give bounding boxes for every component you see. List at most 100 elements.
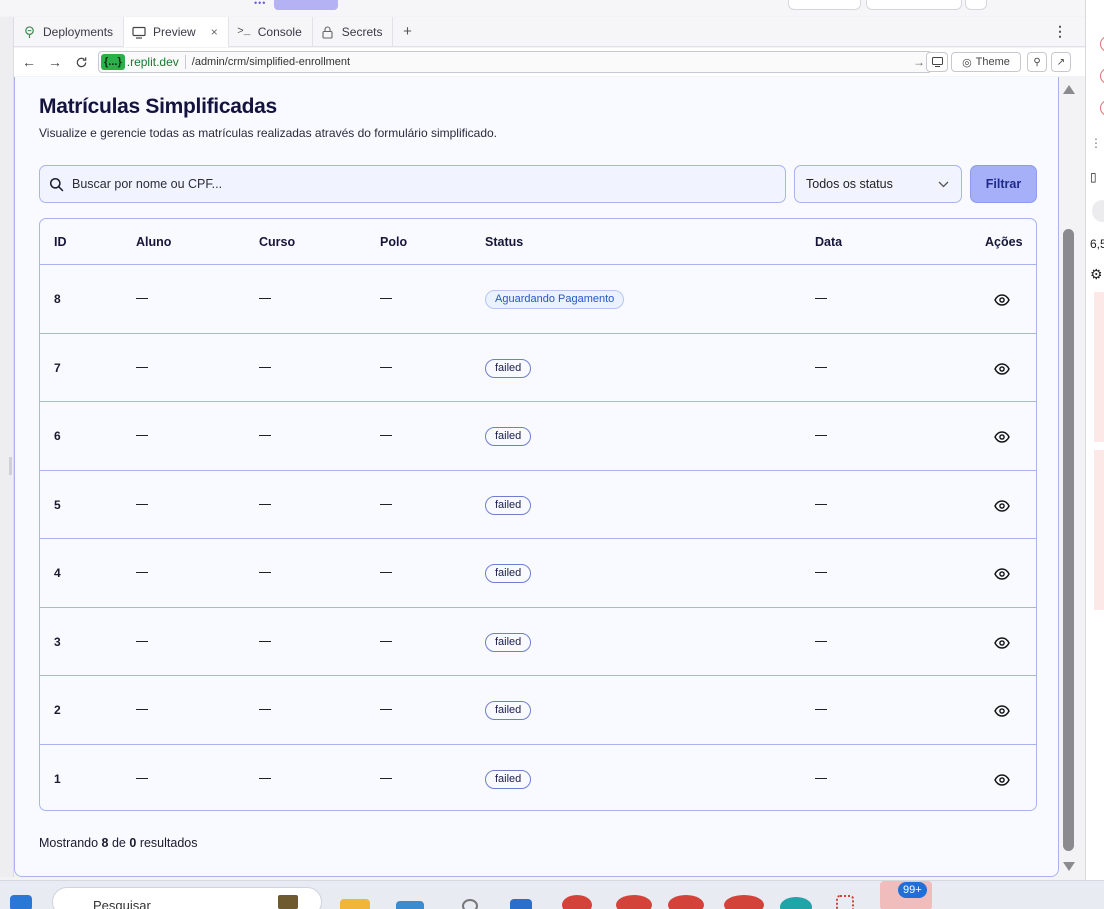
tab-secrets[interactable]: Secrets	[313, 17, 394, 47]
empty-value-dash	[259, 435, 271, 436]
status-badge: failed	[485, 358, 532, 378]
view-eye-icon[interactable]	[993, 635, 1011, 651]
tab-preview[interactable]: Preview ×	[124, 17, 229, 47]
results-total: 0	[129, 836, 137, 850]
domain-badge: {...}	[101, 54, 125, 70]
side-avatar[interactable]	[1092, 200, 1104, 222]
empty-value-dash	[259, 572, 271, 573]
right-side-panel: ⋮⋮ ▯ 6,5 ⚙	[1085, 0, 1104, 880]
scrollbar-thumb[interactable]	[1063, 229, 1074, 851]
empty-value-dash	[815, 366, 827, 368]
header-polo[interactable]: Polo	[380, 235, 407, 249]
top-chip[interactable]	[965, 0, 987, 10]
side-circle-icon[interactable]	[1100, 36, 1104, 52]
chrome-profile-icon[interactable]	[724, 895, 764, 909]
empty-value-dash	[136, 777, 148, 779]
more-menu-icon[interactable]: ⋮	[1053, 23, 1067, 40]
resize-handle[interactable]	[9, 457, 12, 475]
top-chip[interactable]	[788, 0, 861, 10]
view-eye-icon[interactable]	[993, 361, 1011, 377]
scroll-down-arrow[interactable]	[1063, 862, 1075, 871]
side-number: 6,5	[1090, 237, 1104, 251]
empty-value-dash	[380, 709, 392, 710]
device-toggle-button[interactable]	[926, 52, 948, 72]
status-badge: failed	[485, 495, 532, 515]
calendar-icon[interactable]	[510, 899, 532, 909]
search-icon	[49, 176, 65, 192]
view-eye-icon[interactable]	[993, 429, 1011, 445]
status-badge: Aguardando Pagamento	[485, 290, 625, 309]
status-badge: failed	[485, 564, 532, 583]
gear-icon[interactable]: ⚙	[1090, 266, 1103, 283]
chrome-profile-icon[interactable]	[668, 895, 704, 909]
go-arrow-icon[interactable]: →	[913, 55, 925, 69]
view-eye-icon[interactable]	[993, 772, 1011, 788]
cell-id: 2	[54, 703, 61, 717]
view-eye-icon[interactable]	[993, 703, 1011, 719]
cell-id: 6	[54, 429, 61, 443]
status-badge: failed	[485, 427, 532, 446]
header-id[interactable]: ID	[54, 235, 67, 249]
tab-label: Deployments	[43, 25, 114, 39]
side-circle-icon[interactable]	[1100, 68, 1104, 84]
edge-icon[interactable]	[780, 897, 812, 909]
scroll-up-arrow[interactable]	[1063, 85, 1075, 94]
preview-icon	[132, 25, 146, 39]
tab-label: Console	[257, 25, 302, 39]
close-icon[interactable]: ×	[211, 25, 218, 39]
taskbar-app-icon[interactable]	[462, 899, 478, 909]
search-box[interactable]	[39, 165, 786, 203]
header-curso[interactable]: Curso	[259, 235, 295, 249]
url-domain: .replit.dev	[126, 55, 179, 69]
chrome-profile-icon[interactable]	[562, 895, 592, 909]
wrench-icon: ⚲	[1033, 56, 1041, 68]
apps-icon[interactable]: •••	[254, 0, 270, 8]
empty-value-dash	[815, 503, 827, 505]
panel-icon[interactable]: ▯	[1090, 170, 1097, 184]
header-status[interactable]: Status	[485, 235, 523, 249]
tab-label: Preview	[153, 25, 196, 39]
view-eye-icon[interactable]	[993, 292, 1011, 308]
view-eye-icon[interactable]	[993, 566, 1011, 582]
tab-console[interactable]: >_ Console	[229, 17, 313, 47]
forward-arrow-icon[interactable]: →	[42, 54, 68, 70]
view-eye-icon[interactable]	[993, 498, 1011, 514]
external-link-icon: ↗	[1056, 56, 1066, 68]
filter-button[interactable]: Filtrar	[970, 165, 1037, 203]
empty-value-dash	[136, 572, 148, 573]
tab-deployments[interactable]: Deployments	[14, 17, 125, 47]
header-data[interactable]: Data	[815, 235, 842, 249]
empty-value-dash	[380, 298, 392, 299]
status-filter-value: Todos os status	[806, 177, 893, 191]
theme-button[interactable]: ◎ Theme	[951, 52, 1021, 72]
url-field[interactable]: {...} .replit.dev /admin/crm/simplified-…	[98, 51, 932, 73]
open-new-window-button[interactable]: ↗	[1051, 52, 1071, 72]
page-title: Matrículas Simplificadas	[39, 95, 277, 118]
empty-value-dash	[259, 640, 271, 642]
results-prefix: Mostrando	[39, 836, 99, 850]
results-shown: 8	[101, 836, 109, 850]
chrome-profile-icon[interactable]	[616, 895, 652, 909]
vertical-scrollbar[interactable]	[1060, 77, 1077, 877]
windows-start-icon[interactable]	[10, 895, 32, 909]
grid-icon[interactable]: ⋮⋮	[1090, 136, 1104, 150]
reload-icon[interactable]	[68, 56, 94, 69]
devtools-button[interactable]: ⚲	[1027, 52, 1047, 72]
empty-value-dash	[136, 366, 148, 368]
empty-value-dash	[815, 709, 827, 710]
top-purple-chip[interactable]	[274, 0, 338, 10]
empty-value-dash	[380, 640, 392, 642]
back-arrow-icon[interactable]: ←	[16, 54, 42, 70]
results-middle: de	[111, 836, 126, 850]
empty-value-dash	[136, 298, 148, 299]
search-input[interactable]	[72, 177, 752, 191]
add-tab-button[interactable]: +	[393, 17, 421, 46]
folder-icon[interactable]	[340, 899, 370, 909]
side-circle-icon[interactable]	[1100, 100, 1104, 116]
taskbar-app-icon[interactable]	[836, 895, 854, 909]
taskbar-app-icon[interactable]	[278, 895, 298, 909]
top-chip[interactable]	[866, 0, 962, 10]
taskbar-app-icon[interactable]	[396, 901, 424, 909]
header-aluno[interactable]: Aluno	[136, 235, 171, 249]
status-filter-select[interactable]: Todos os status	[794, 165, 962, 203]
